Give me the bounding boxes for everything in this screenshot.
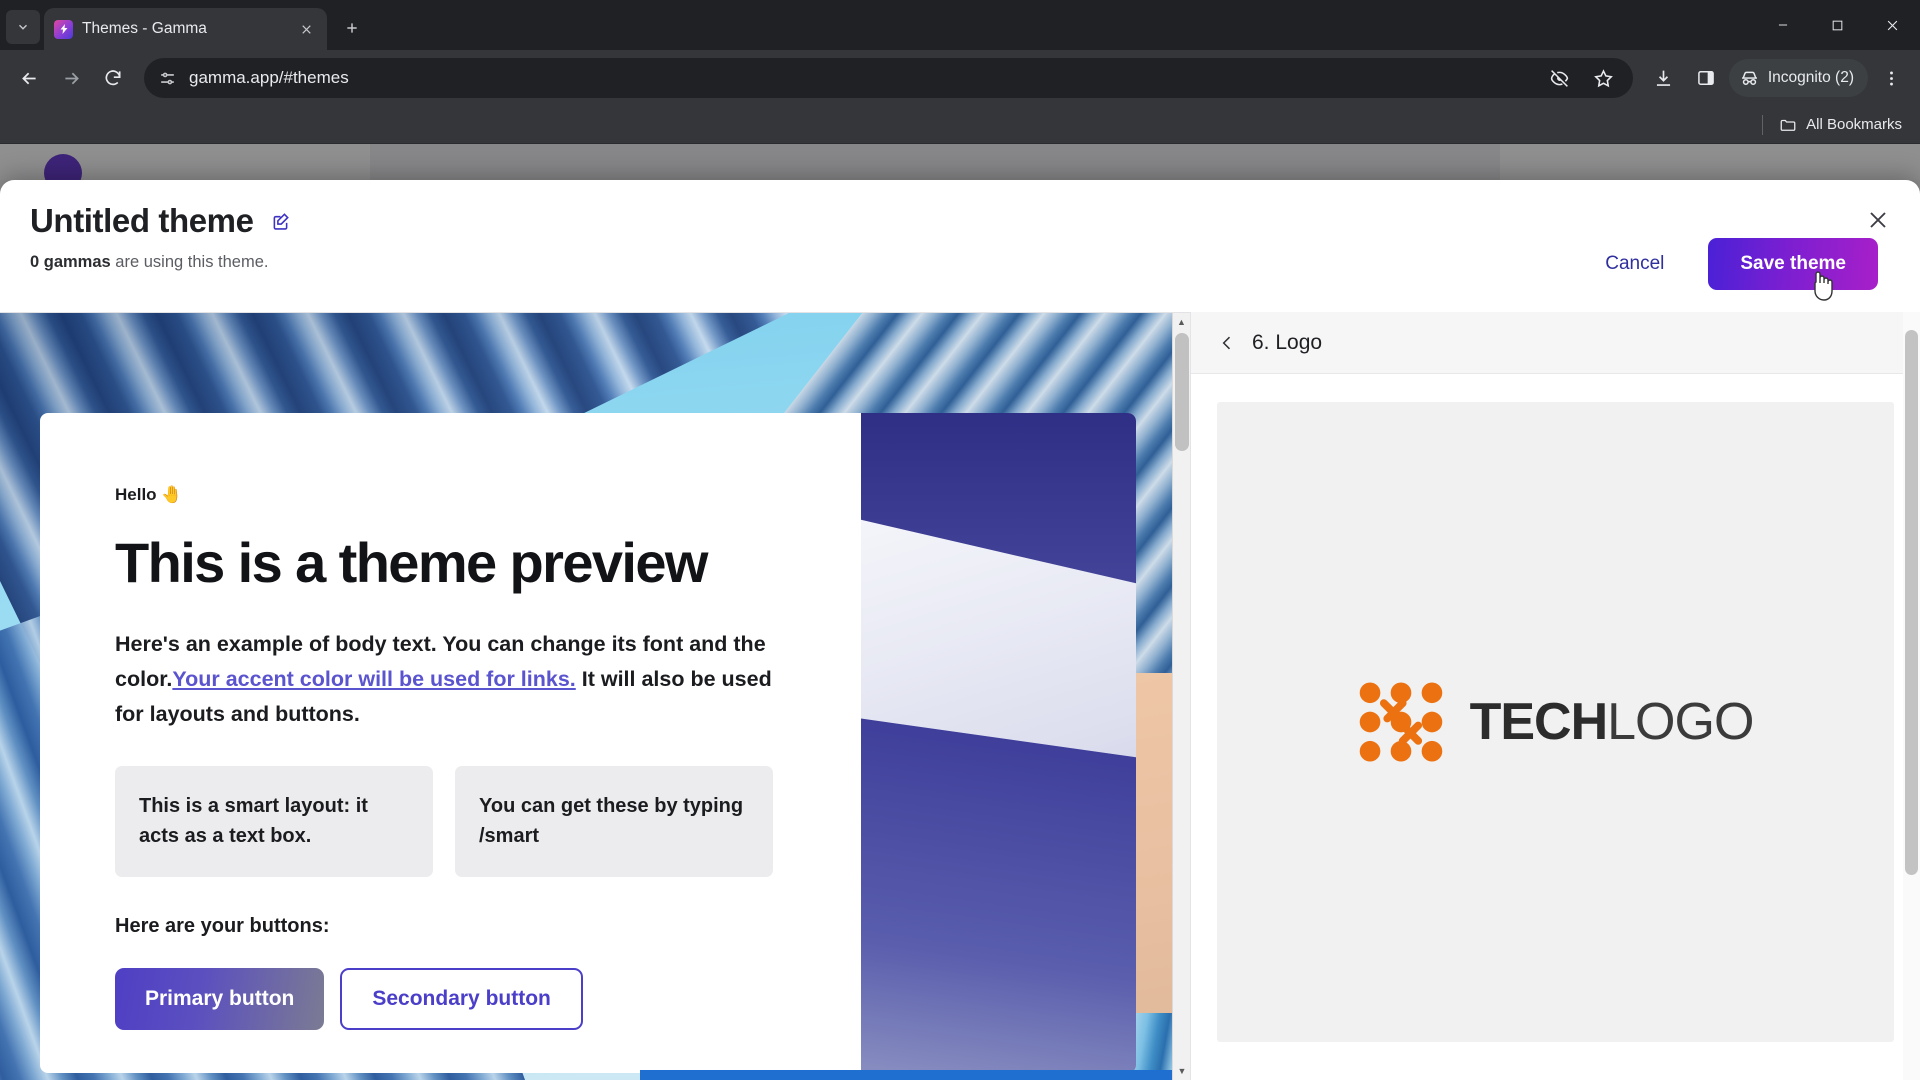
smart-layout-row: This is a smart layout: it acts as a tex… [115, 765, 801, 878]
gamma-logo-icon [54, 19, 73, 39]
three-dots-icon [1889, 71, 1893, 85]
minimize-button[interactable] [1755, 0, 1810, 50]
browser-menu-button[interactable] [1872, 59, 1910, 97]
star-icon[interactable] [1585, 59, 1623, 97]
close-modal-button[interactable] [1860, 202, 1896, 238]
cancel-button[interactable]: Cancel [1587, 243, 1682, 285]
downloads-button[interactable] [1645, 59, 1683, 97]
preview-vertical-scrollbar[interactable]: ▲ ▼ [1172, 313, 1190, 1080]
side-panel-icon [1697, 71, 1714, 85]
new-tab-button[interactable] [335, 11, 369, 45]
reload-button[interactable] [94, 59, 132, 97]
bookmarks-bar: All Bookmarks [0, 106, 1920, 144]
incognito-icon [1739, 68, 1760, 89]
modal-body: Hello 🤚 This is a theme preview Here's a… [0, 312, 1920, 1080]
all-bookmarks-label: All Bookmarks [1806, 116, 1902, 133]
maximize-icon [1832, 20, 1843, 30]
scrollbar-thumb[interactable] [1175, 333, 1189, 451]
arrow-forward-icon [64, 72, 79, 84]
close-icon [1887, 20, 1898, 30]
preview-heading: This is a theme preview [115, 531, 708, 594]
logo-preview-box[interactable]: TECHLOGO [1217, 402, 1894, 1042]
buttons-label: Here are your buttons: [115, 915, 330, 938]
abstract-shape-indigo [861, 714, 1136, 1073]
tab-search-button[interactable] [6, 10, 40, 44]
back-button[interactable] [10, 59, 48, 97]
side-panel-title: 6. Logo [1252, 330, 1323, 354]
secondary-button[interactable]: Secondary button [340, 968, 583, 1031]
plus-icon [347, 23, 357, 33]
primary-button[interactable]: Primary button [115, 968, 325, 1031]
bottom-blue-strip [640, 1070, 1190, 1080]
side-panel-header: 6. Logo [1191, 312, 1920, 374]
profile-label: Incognito (2) [1767, 69, 1854, 86]
theme-editor-modal: Untitled theme 0 gammas are using this t… [0, 180, 1920, 1080]
page-title: Untitled theme [30, 202, 254, 239]
scroll-up-arrow[interactable]: ▲ [1173, 313, 1190, 331]
browser-tab[interactable]: Themes - Gamma [44, 8, 327, 50]
download-icon [1657, 70, 1671, 86]
smart-box: This is a smart layout: it acts as a tex… [115, 765, 433, 878]
tune-icon[interactable] [158, 69, 177, 88]
minimize-icon [1778, 24, 1787, 26]
browser-toolbar: gamma.app/#themes Incognito (2) [0, 50, 1920, 106]
logo-wordmark: TECHLOGO [1469, 692, 1755, 752]
scroll-down-arrow[interactable]: ▼ [1173, 1062, 1190, 1080]
theme-preview-pane: Hello 🤚 This is a theme preview Here's a… [0, 312, 1190, 1080]
chevron-left-icon[interactable] [1217, 333, 1237, 353]
side-panel-button[interactable] [1687, 59, 1725, 97]
url-text: gamma.app/#themes [189, 68, 349, 87]
reload-icon [105, 70, 121, 86]
preview-card-text: Hello 🤚 This is a theme preview Here's a… [40, 413, 861, 1073]
maximize-button[interactable] [1810, 0, 1865, 50]
usage-suffix: are using this theme. [110, 253, 269, 271]
logo-side-panel: 6. Logo TECHLOGO [1190, 312, 1920, 1080]
save-theme-button[interactable]: Save theme [1708, 238, 1878, 290]
modal-title-row: Untitled theme [30, 202, 1886, 240]
logo-text-bold: TECH [1469, 693, 1609, 751]
tab-title: Themes - Gamma [82, 20, 207, 37]
arrow-back-icon [21, 72, 36, 84]
modal-actions: Cancel Save theme [1587, 238, 1878, 290]
side-panel-scrollbar[interactable] [1903, 312, 1920, 1080]
close-window-button[interactable] [1865, 0, 1920, 50]
usage-count: 0 gammas [30, 253, 111, 271]
edit-pencil-icon[interactable] [270, 211, 291, 232]
preview-button-row: Primary button Secondary button [115, 968, 801, 1031]
divider [1762, 114, 1764, 135]
preview-body-text: Here's an example of body text. You can … [115, 627, 775, 731]
smart-box: You can get these by typing /smart [455, 765, 773, 878]
logo-text-light: LOGO [1607, 693, 1754, 751]
eye-off-icon[interactable] [1541, 59, 1579, 97]
window-controls [1755, 0, 1920, 50]
modal-header: Untitled theme 0 gammas are using this t… [0, 180, 1920, 312]
chevron-down-icon [19, 24, 27, 30]
side-panel-content: TECHLOGO [1191, 374, 1920, 1080]
preview-card: Hello 🤚 This is a theme preview Here's a… [40, 413, 1136, 1073]
close-icon[interactable] [295, 18, 317, 40]
scrollbar-thumb[interactable] [1905, 330, 1918, 875]
logo-lockup: TECHLOGO [1358, 679, 1754, 765]
hello-text: Hello 🤚 [115, 485, 183, 504]
all-bookmarks-button[interactable]: All Bookmarks [1779, 116, 1902, 134]
accent-link[interactable]: Your accent color will be used for links… [172, 667, 575, 691]
profile-incognito-button[interactable]: Incognito (2) [1728, 59, 1868, 97]
address-bar[interactable]: gamma.app/#themes [144, 58, 1633, 98]
folder-icon [1779, 116, 1797, 134]
dot-grid-logo-icon [1359, 682, 1442, 762]
browser-window: Themes - Gamma gamma.app/#themes Incogni… [0, 0, 1920, 1080]
tab-strip: Themes - Gamma [0, 0, 1920, 50]
close-icon [1870, 212, 1886, 228]
forward-button[interactable] [52, 59, 90, 97]
preview-card-image [861, 413, 1136, 1073]
